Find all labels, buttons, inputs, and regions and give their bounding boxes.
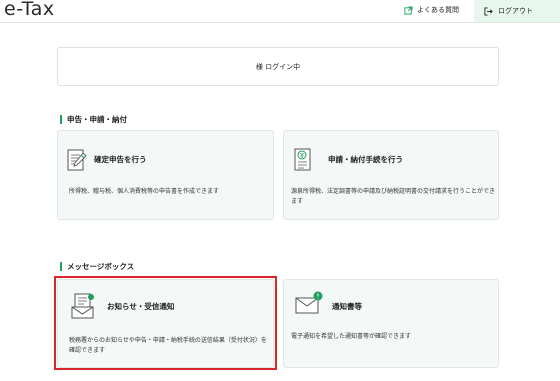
card-title: 申請・納付手続を行う bbox=[328, 155, 403, 164]
card-title: 通知書等 bbox=[332, 302, 362, 311]
card-application-payment[interactable]: 申請・納付手続を行う 源泉所得税、法定調書等の申請及び納税証明書の交付請求を行う… bbox=[283, 130, 499, 220]
logout-icon bbox=[484, 6, 493, 16]
logout-button[interactable]: ログアウト bbox=[474, 0, 560, 22]
document-pen-icon bbox=[67, 149, 87, 171]
highlight-box bbox=[54, 276, 277, 370]
etax-logo[interactable]: e-Tax bbox=[4, 0, 55, 20]
card-tax-return[interactable]: 確定申告を行う 所得税、贈与税、個人消費税等の申告書を作成できます bbox=[57, 130, 274, 220]
card-description: 所得税、贈与税、個人消費税等の申告書を作成できます bbox=[69, 188, 220, 195]
section-title-message-box: メッセージボックス bbox=[60, 262, 134, 271]
external-link-icon bbox=[404, 5, 413, 15]
faq-link[interactable]: よくある質問 bbox=[404, 5, 459, 15]
card-description: 電子通知を希望した通知書等が確認できます bbox=[291, 333, 412, 340]
card-title: 確定申告を行う bbox=[94, 155, 147, 164]
login-status-text: 様 ログイン中 bbox=[255, 62, 301, 71]
section-title-filing: 申告・申請・納付 bbox=[60, 115, 127, 124]
card-notification-documents[interactable]: 通知書等 電子通知を希望した通知書等が確認できます bbox=[283, 279, 499, 368]
faq-label: よくある質問 bbox=[417, 6, 459, 14]
document-yen-icon bbox=[294, 148, 311, 171]
envelope-notification-icon bbox=[295, 291, 323, 314]
header: e-Tax よくある質問 ログアウト bbox=[0, 0, 560, 23]
login-status-box: 様 ログイン中 bbox=[57, 47, 499, 86]
card-description: 源泉所得税、法定調書等の申請及び納税証明書の交付請求を行うことができます bbox=[291, 188, 496, 205]
logout-label: ログアウト bbox=[498, 7, 533, 15]
